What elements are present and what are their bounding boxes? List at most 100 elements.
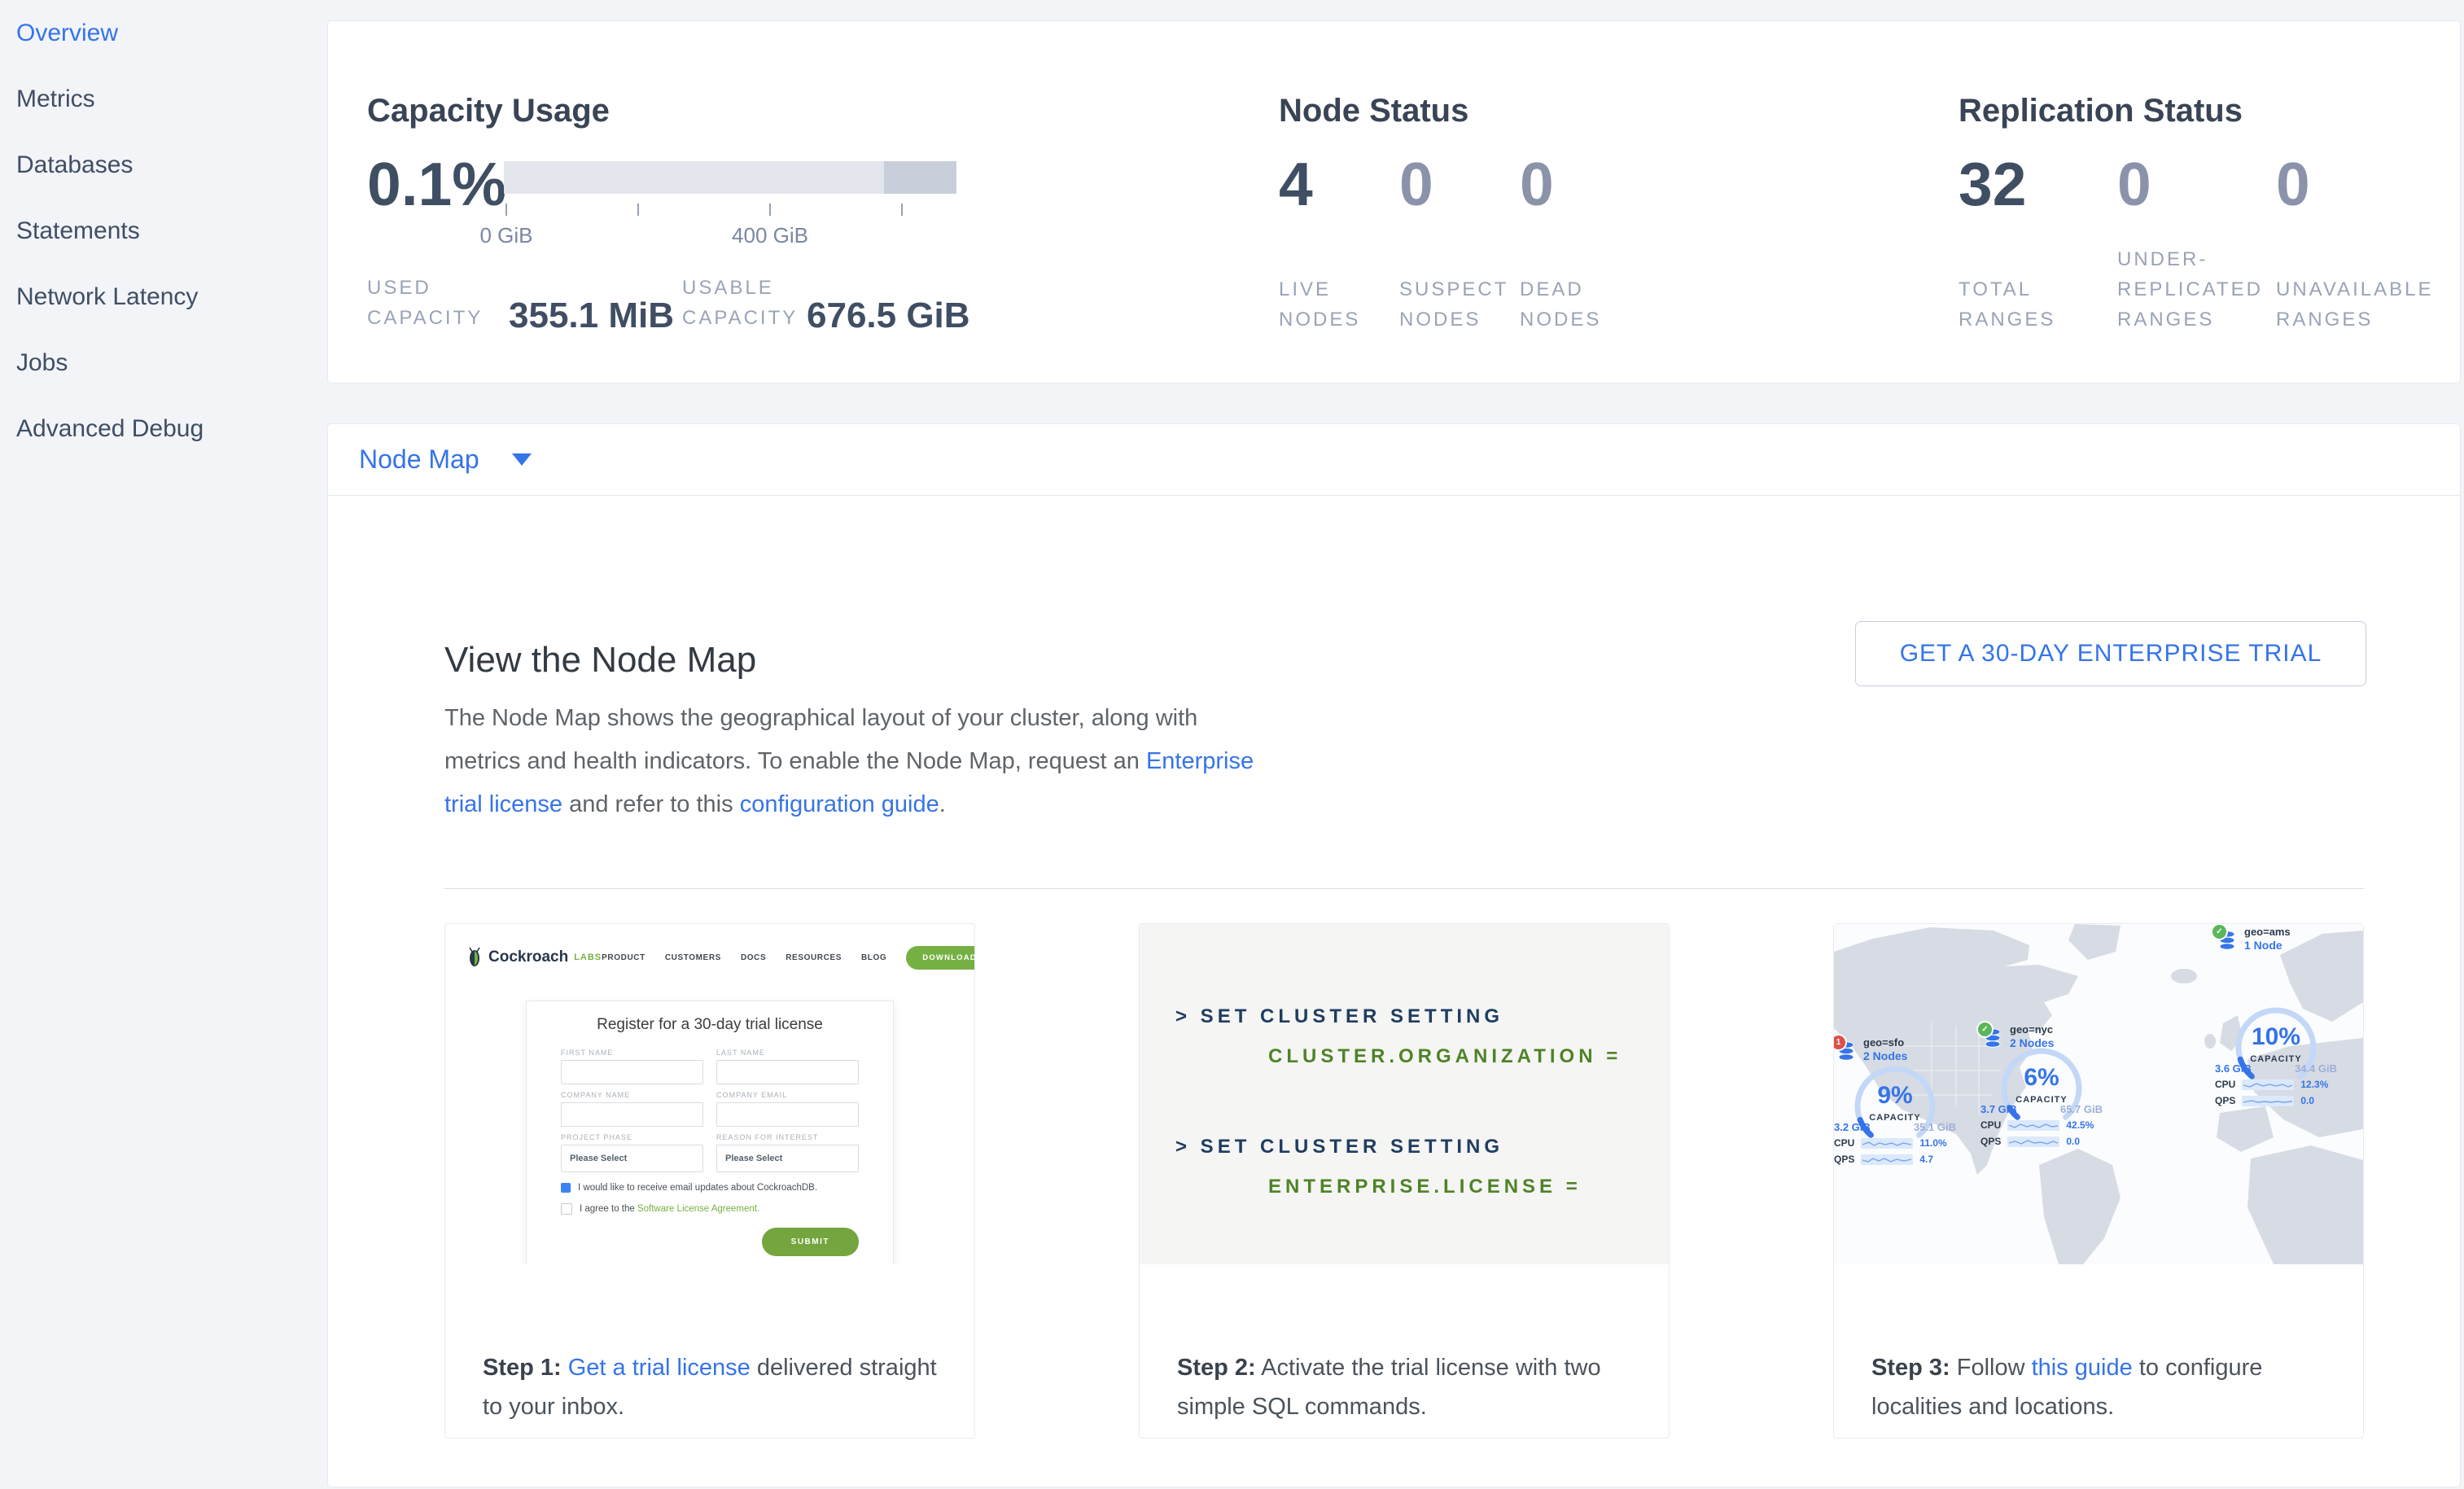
qps-value: 0.0 <box>2066 1136 2080 1147</box>
step3-label: Step 3: <box>1871 1355 1950 1381</box>
locality-name: geo=nyc <box>2010 1023 2054 1036</box>
sidebar-item-statements[interactable]: Statements <box>0 198 327 264</box>
step2-label: Step 2: <box>1177 1355 1256 1381</box>
chevron-down-icon <box>512 453 532 466</box>
live-nodes-value: 4 <box>1279 151 1313 217</box>
qps-value: 4.7 <box>1919 1154 1933 1165</box>
cpu-sparkline <box>1861 1138 1913 1149</box>
cpu-sparkline <box>2242 1080 2294 1090</box>
qps-sparkline <box>2242 1096 2294 1106</box>
enterprise-trial-button[interactable]: GET A 30-DAY ENTERPRISE TRIAL <box>1855 621 2366 686</box>
capacity-bar-usable-segment <box>504 161 884 194</box>
site-nav-product: PRODUCT <box>602 953 646 962</box>
used-capacity: 3.6 GiB <box>2215 1062 2252 1075</box>
healthy-badge: ✓ <box>2211 924 2228 940</box>
sql-command-line: > SET CLUSTER SETTING <box>1175 1005 1503 1028</box>
total-ranges-value: 32 <box>1959 151 2026 217</box>
capacity-percent: 0.1% <box>367 151 506 217</box>
description-text: . <box>939 791 946 817</box>
under-replicated-ranges-value: 0 <box>2117 151 2151 217</box>
sql-command-line: > SET CLUSTER SETTING <box>1175 1136 1503 1158</box>
qps-sparkline <box>2007 1136 2059 1147</box>
total-capacity: 35.1 GiB <box>1914 1121 1956 1133</box>
sidebar-item-jobs[interactable]: Jobs <box>0 330 327 396</box>
step2-caption: Step 2: Activate the trial license with … <box>1140 1288 1669 1426</box>
db-console-overview-page: Overview Metrics Databases Statements Ne… <box>0 0 2464 1489</box>
cpu-sparkline <box>2007 1120 2059 1131</box>
capacity-tick <box>769 204 771 216</box>
cpu-value: 12.3% <box>2300 1079 2328 1090</box>
sidebar-item-metrics[interactable]: Metrics <box>0 66 327 132</box>
view-selector-dropdown[interactable]: Node Map <box>328 424 2460 496</box>
step3-caption: Step 3: Follow this guide to configure l… <box>1834 1288 2363 1426</box>
locality-name: geo=ams <box>2244 926 2291 938</box>
field-label: REASON FOR INTEREST <box>716 1133 859 1141</box>
qps-label: QPS <box>1980 1136 2001 1147</box>
submit-button: SUBMIT <box>762 1228 859 1256</box>
configuration-guide-link[interactable]: configuration guide <box>740 791 939 817</box>
healthy-badge: ✓ <box>1976 1021 1994 1038</box>
divider <box>444 888 2364 889</box>
field-label: LAST NAME <box>716 1049 859 1057</box>
form-title: Register for a 30-day trial license <box>561 1016 859 1034</box>
capacity-tick <box>901 204 903 216</box>
license-agreement-checkbox-row: I agree to the Software License Agreemen… <box>561 1203 859 1215</box>
view-selector-label[interactable]: Node Map <box>359 445 479 475</box>
capacity-bar: 0 GiB 400 GiB <box>504 161 956 194</box>
used-capacity-value: 355.1 MiB <box>509 296 674 336</box>
site-nav-resources: RESOURCES <box>786 953 842 962</box>
used-capacity: 3.2 GiB <box>1834 1121 1871 1133</box>
checkbox-label: I would like to receive email updates ab… <box>578 1183 817 1193</box>
checkbox-unchecked-icon <box>561 1203 572 1215</box>
cpu-label: CPU <box>1980 1119 2001 1131</box>
sidebar-item-network-latency[interactable]: Network Latency <box>0 264 327 330</box>
sql-commands-preview: > SET CLUSTER SETTING CLUSTER.ORGANIZATI… <box>1140 924 1669 1264</box>
node-count: 1 Node <box>2244 938 2291 953</box>
node-map-preview-image: 1 geo=sfo 2 Nodes <box>1834 924 2363 1264</box>
used-capacity: 3.7 GiB <box>1980 1103 2017 1115</box>
sidebar-item-overview[interactable]: Overview <box>0 0 327 66</box>
sql-setting-line: ENTERPRISE.LICENSE = <box>1268 1176 1582 1198</box>
cockroach-site-screenshot: Cockroach LABS PRODUCT CUSTOMERS DOCS RE… <box>455 934 965 1255</box>
used-capacity-label: USED CAPACITY <box>367 273 507 333</box>
last-name-field <box>716 1060 859 1084</box>
replication-status-title: Replication Status <box>1959 93 2243 129</box>
sidebar-item-advanced-debug[interactable]: Advanced Debug <box>0 396 327 462</box>
this-guide-link[interactable]: this guide <box>2032 1355 2133 1381</box>
field-label: FIRST NAME <box>561 1049 703 1057</box>
checkbox-checked-icon <box>561 1183 571 1193</box>
cockroach-icon <box>466 947 483 968</box>
step3-card: 1 geo=sfo 2 Nodes <box>1833 923 2364 1439</box>
project-phase-select: Please Select <box>561 1145 703 1172</box>
get-trial-license-link[interactable]: Get a trial license <box>568 1355 751 1381</box>
unavailable-ranges-value: 0 <box>2276 151 2310 217</box>
site-header: Cockroach LABS PRODUCT CUSTOMERS DOCS RE… <box>455 934 965 981</box>
total-ranges-label: TOTAL RANGES <box>1959 274 2081 335</box>
first-name-field <box>561 1060 703 1084</box>
live-nodes-label: LIVE NODES <box>1279 274 1381 335</box>
form-fields: FIRST NAME LAST NAME COMPANY NAME <box>561 1042 859 1172</box>
capacity-percent: 6% <box>1980 1064 2103 1092</box>
locality-name: geo=sfo <box>1863 1036 1907 1049</box>
sidebar-item-databases[interactable]: Databases <box>0 132 327 198</box>
suspect-nodes-value: 0 <box>1399 151 1433 217</box>
dead-nodes-label: DEAD NODES <box>1520 274 1622 335</box>
capacity-tick <box>505 204 507 216</box>
suspect-nodes-label: SUSPECT NODES <box>1399 274 1501 335</box>
total-capacity: 34.4 GiB <box>2295 1062 2337 1075</box>
total-capacity: 65.7 GiB <box>2060 1103 2103 1115</box>
logo-text: Cockroach <box>488 948 568 966</box>
node-count: 2 Nodes <box>1863 1049 1907 1063</box>
capacity-percent: 9% <box>1834 1082 1956 1110</box>
qps-sparkline <box>1861 1154 1913 1165</box>
usable-capacity-label: USABLE CAPACITY <box>682 273 812 333</box>
trial-license-form: Register for a 30-day trial license FIRS… <box>526 1001 894 1264</box>
dead-nodes-value: 0 <box>1520 151 1554 217</box>
step1-card: Cockroach LABS PRODUCT CUSTOMERS DOCS RE… <box>444 923 975 1439</box>
cpu-value: 11.0% <box>1919 1137 1946 1149</box>
step1-label: Step 1: <box>483 1355 562 1381</box>
qps-value: 0.0 <box>2300 1095 2314 1106</box>
site-nav-customers: CUSTOMERS <box>665 953 721 962</box>
cpu-label: CPU <box>1834 1137 1854 1149</box>
sql-setting-line: CLUSTER.ORGANIZATION = <box>1268 1045 1622 1068</box>
